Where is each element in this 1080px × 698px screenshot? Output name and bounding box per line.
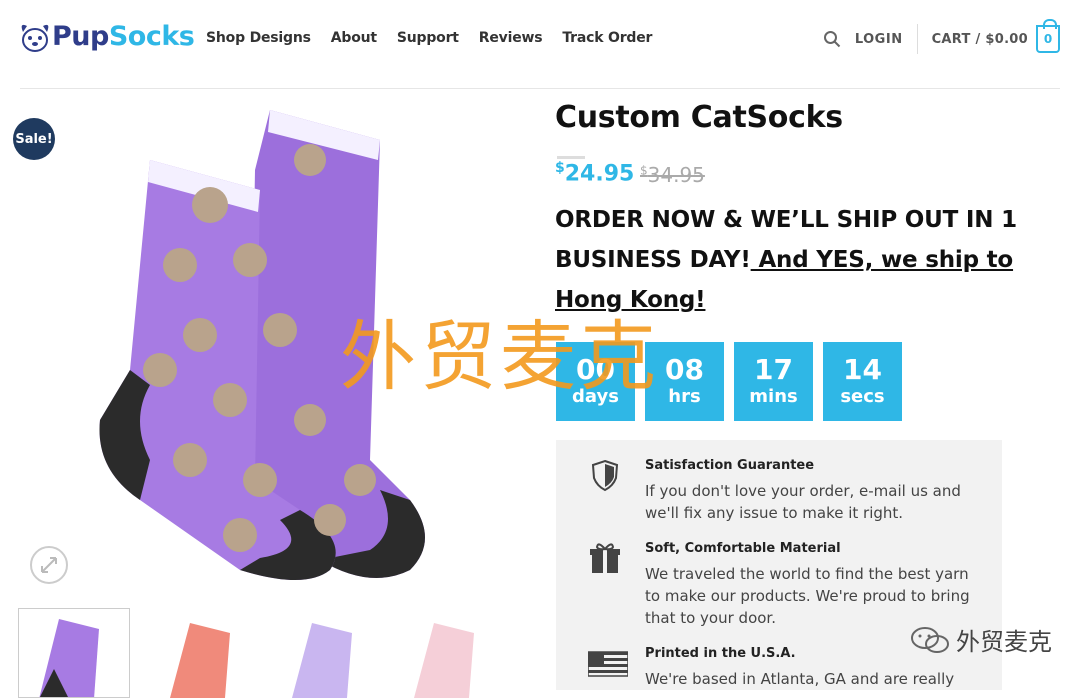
original-price: $34.95 [640, 163, 705, 187]
thumbnail-purple-cat[interactable] [18, 608, 130, 698]
sale-price: $24.95 [555, 160, 635, 187]
site-header: PupSocks Shop Designs About Support Revi… [0, 0, 1080, 88]
thumbnail-lavender[interactable] [262, 608, 374, 698]
gift-icon [590, 543, 620, 573]
thumbnail-pink-heart[interactable] [140, 608, 252, 698]
corner-watermark-text: 外贸麦克 [956, 628, 1052, 656]
login-link[interactable]: LOGIN [855, 32, 903, 47]
sale-badge: Sale! [13, 118, 55, 160]
corner-watermark: 外贸麦克 [910, 622, 1052, 657]
shield-icon [591, 459, 619, 492]
header-actions: LOGIN CART / $0.00 0 [823, 19, 1060, 58]
puppy-icon [18, 18, 52, 54]
thumbnail-strip [18, 608, 496, 698]
nav-track-order[interactable]: Track Order [562, 30, 652, 46]
cart-icon[interactable]: 0 [1036, 19, 1060, 53]
us-flag-icon [588, 651, 628, 677]
nav-support[interactable]: Support [397, 30, 459, 46]
thumbnail-light-pink[interactable] [384, 608, 496, 698]
header-divider-line [20, 88, 1060, 89]
pupsocks-logo[interactable]: PupSocks [18, 12, 195, 60]
header-divider [916, 24, 918, 54]
zoom-icon[interactable] [30, 546, 68, 584]
search-icon[interactable] [823, 30, 841, 48]
product-title: Custom CatSocks [555, 100, 843, 135]
title-divider [557, 156, 585, 159]
logo-text: PupSocks [52, 20, 195, 52]
countdown-seconds: 14 secs [823, 342, 902, 421]
countdown-minutes: 17 mins [734, 342, 813, 421]
watermark-text: 外贸麦克 [340, 312, 660, 401]
cart-link[interactable]: CART / $0.00 [932, 32, 1028, 47]
wechat-icon [911, 626, 949, 653]
nav-reviews[interactable]: Reviews [479, 30, 543, 46]
nav-about[interactable]: About [331, 30, 377, 46]
cart-count: 0 [1043, 32, 1053, 46]
nav-shop-designs[interactable]: Shop Designs [206, 30, 311, 46]
main-nav: Shop Designs About Support Reviews Track… [206, 30, 652, 46]
